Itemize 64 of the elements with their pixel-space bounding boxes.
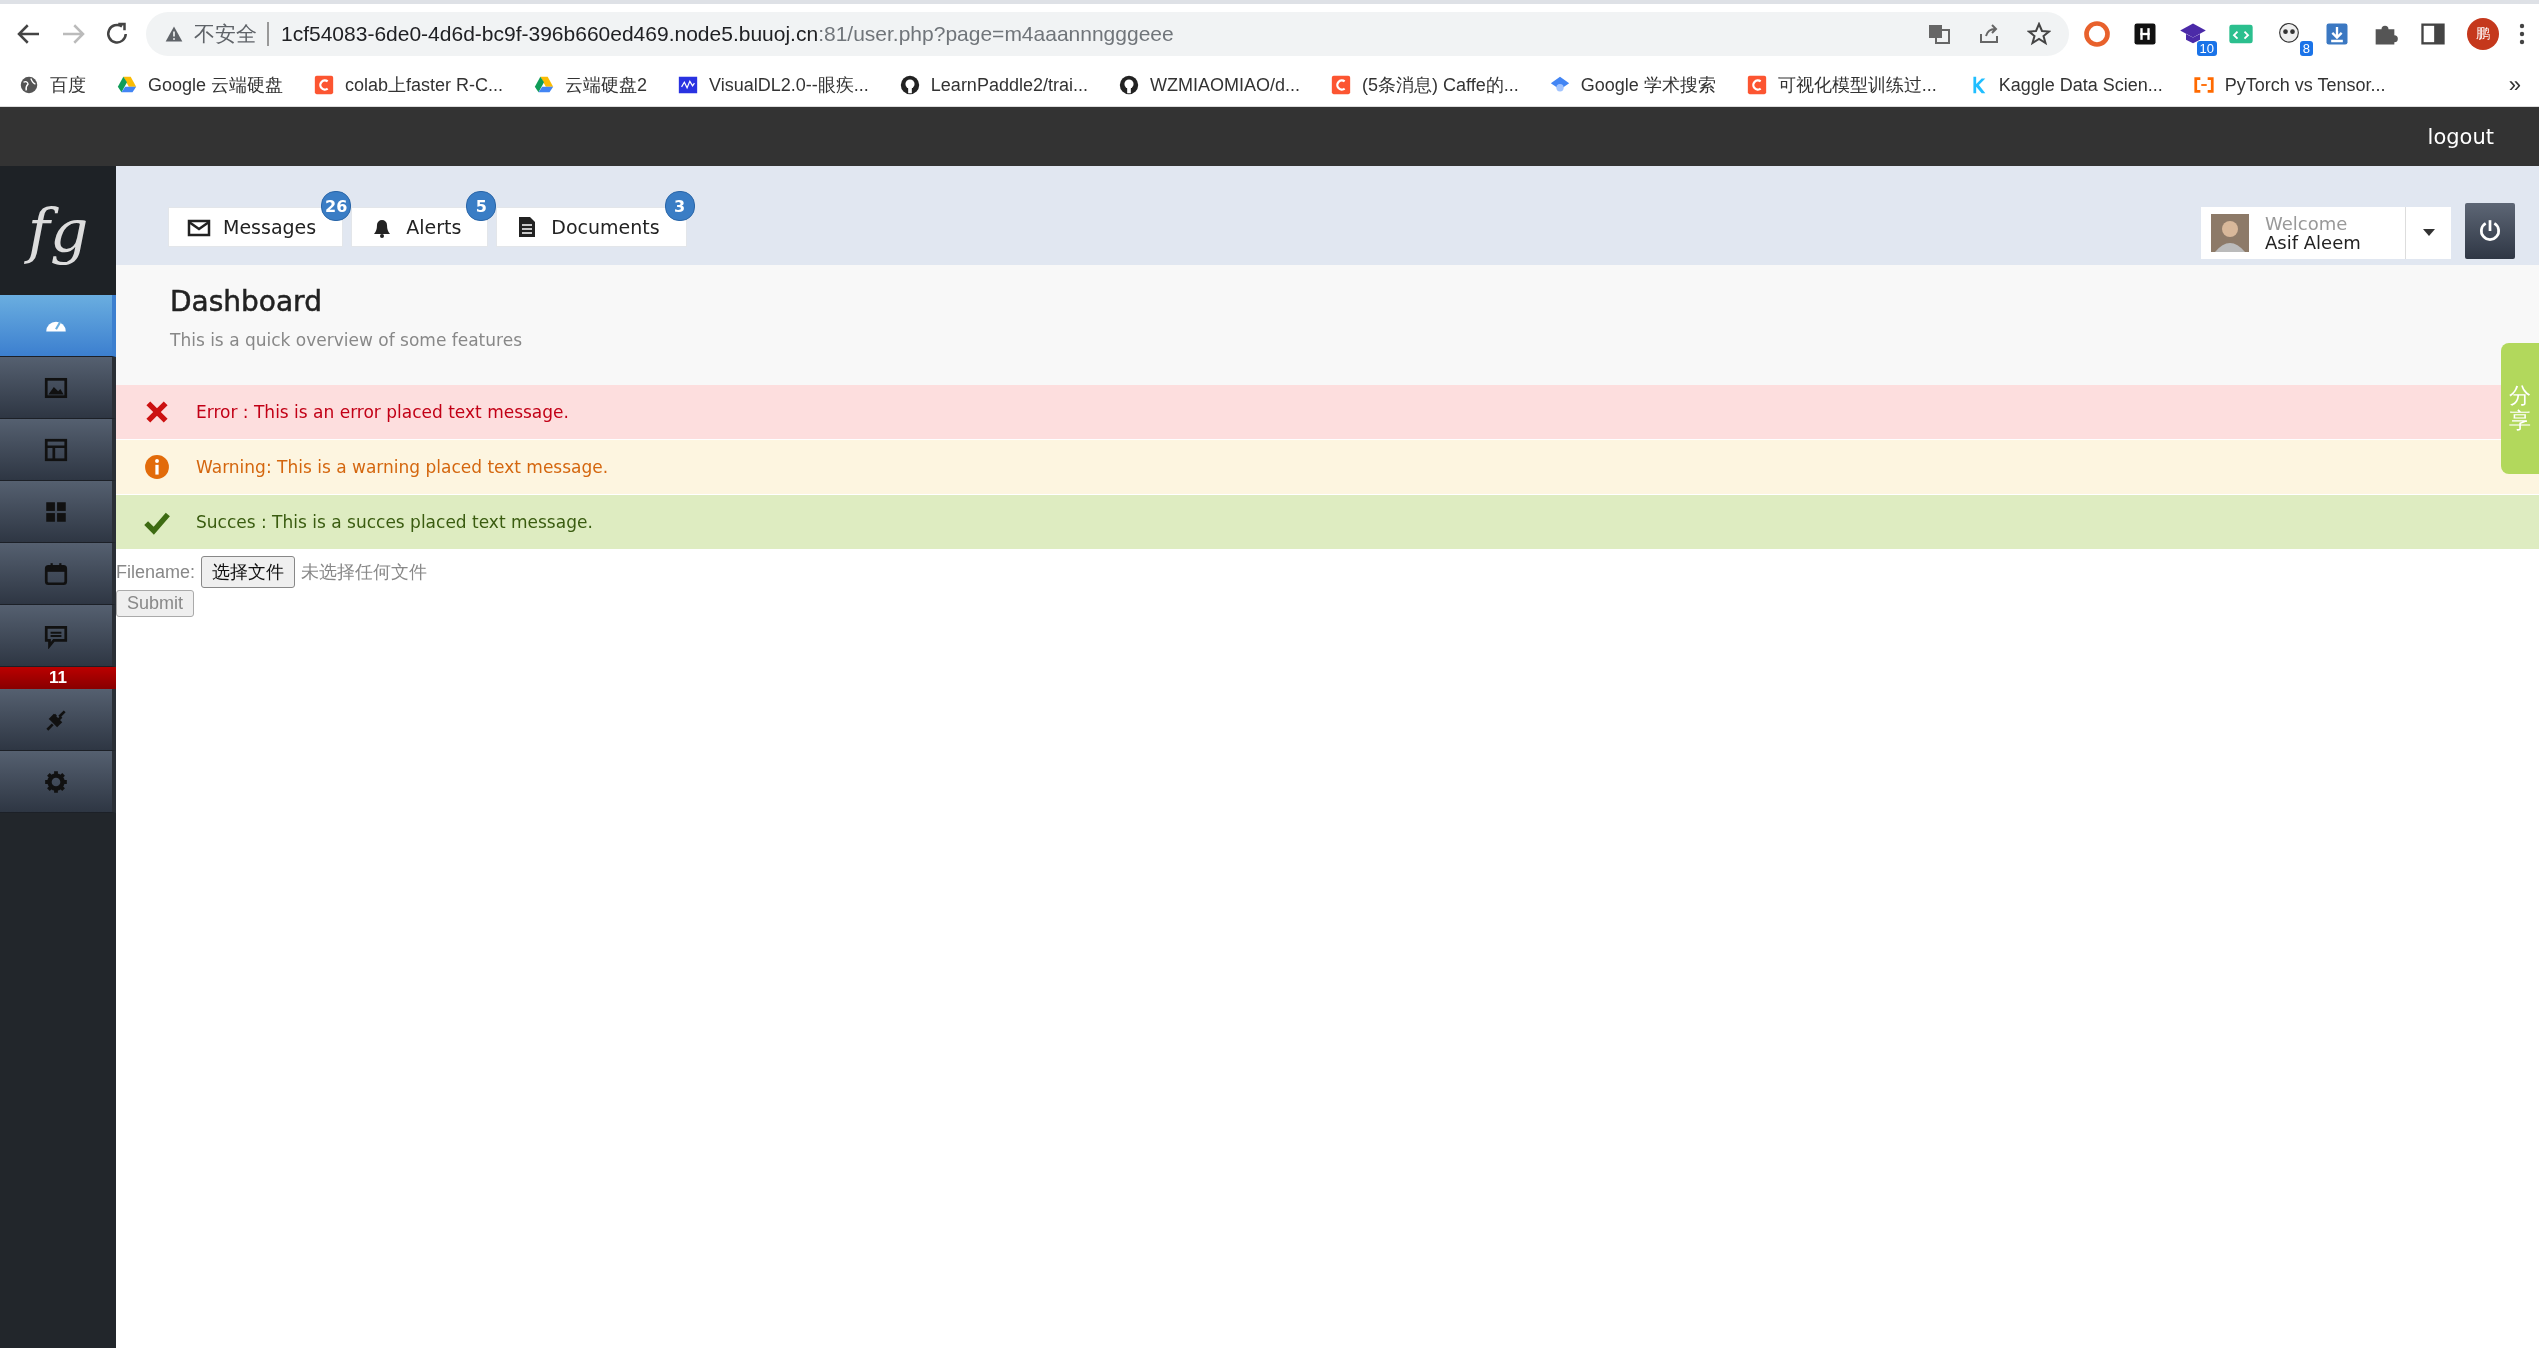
count-badge: 11 [0, 667, 116, 689]
count-badge: 26 [321, 191, 352, 221]
bookmark-link[interactable]: 百度 [50, 73, 86, 97]
filename-label: Filename: [116, 561, 196, 583]
bookmark-link[interactable]: (5条消息) Caffe的... [1361, 73, 1519, 97]
count-badge: 5 [466, 191, 497, 221]
avatar [2211, 214, 2249, 252]
bookmark-link[interactable]: PyTorch vs Tensor... [2224, 74, 2386, 96]
sidebar-item[interactable] [0, 481, 116, 543]
bookmark-icon[interactable] [1117, 74, 1140, 96]
warning-icon [164, 24, 184, 44]
sidebar-item[interactable] [0, 605, 116, 667]
caret-icon [2422, 229, 2435, 237]
bookmark-link[interactable]: Google 学术搜索 [1580, 73, 1716, 97]
info-icon [144, 454, 170, 480]
user-panel[interactable]: Welcome Asif Aleem [2201, 207, 2451, 259]
settings-icon [43, 768, 69, 795]
logout-link[interactable]: logout [2427, 124, 2494, 149]
url-path: :81/user.php?page=m4aaannngggeee [818, 22, 1174, 46]
power-button[interactable] [2465, 203, 2515, 259]
bookmark-link[interactable]: WZMIAOMIAO/d... [1149, 74, 1300, 96]
star-icon[interactable] [2027, 22, 2051, 46]
page-subtitle: This is a quick overview of some features [170, 330, 523, 350]
share-icon[interactable] [1977, 22, 2001, 46]
bookmark-link[interactable]: colab上faster R-C... [345, 73, 504, 97]
bookmark-icon[interactable] [677, 74, 700, 96]
bookmark-icon[interactable] [18, 74, 40, 96]
address-bar[interactable]: 不安全 1cf54083-6de0-4d6d-bc9f-396b660ed469.node5.buuoj.cn:81/user.php?page=m4aaannngggeee [146, 12, 2069, 56]
error-icon [144, 399, 170, 425]
sidebar-item[interactable] [0, 295, 116, 357]
more-bookmarks[interactable]: » [2508, 72, 2521, 98]
choose-file-button[interactable]: 选择文件 [201, 556, 296, 588]
welcome-label: Welcome [2265, 214, 2349, 233]
message-text: Warning: This is a warning placed text message. [196, 457, 609, 477]
count-badge: 3 [664, 191, 695, 221]
menu-icon[interactable] [2519, 22, 2525, 46]
sidebar-item[interactable] [0, 751, 116, 813]
profile-avatar[interactable]: 鹏 [2467, 18, 2499, 50]
sidebar-item[interactable] [0, 357, 116, 419]
extension-badge: 8 [2299, 41, 2313, 56]
bookmark-link[interactable]: VisualDL2.0--眼疾... [709, 73, 869, 97]
message-text: Succes : This is a succes placed text message. [196, 512, 593, 532]
bookmark-link[interactable]: 可视化模型训练过... [1777, 73, 1937, 97]
url-host: 1cf54083-6de0-4d6d-bc9f-396b660ed469.node5.buuoj.cn [267, 22, 819, 46]
translate-icon[interactable] [1927, 22, 1951, 46]
layout-icon [43, 436, 69, 463]
bookmark-link[interactable]: Google 云端硬盘 [148, 73, 284, 97]
bookmark-link[interactable]: LearnPaddle2/trai... [930, 74, 1088, 96]
calendar-icon [43, 560, 69, 587]
bookmark-link[interactable]: Kaggle Data Scien... [1998, 74, 2163, 96]
user-name: Asif Aleem [2265, 233, 2362, 252]
message-text: Error : This is an error placed text message. [196, 402, 569, 422]
sidebar-item[interactable] [0, 419, 116, 481]
sidebar-item[interactable] [0, 543, 116, 605]
sidebar-item[interactable] [0, 689, 116, 751]
security-label: 不安全 [194, 21, 257, 47]
power-icon [2477, 218, 2503, 244]
extension-badge: 10 [2196, 41, 2217, 56]
bookmark-icon[interactable] [898, 74, 921, 96]
file-status: 未选择任何文件 [301, 561, 428, 584]
page-title: Dashboard [170, 285, 323, 318]
bookmark-link[interactable]: 云端硬盘2 [565, 73, 648, 97]
envelope-icon [187, 217, 211, 237]
logo: fg [0, 166, 116, 295]
